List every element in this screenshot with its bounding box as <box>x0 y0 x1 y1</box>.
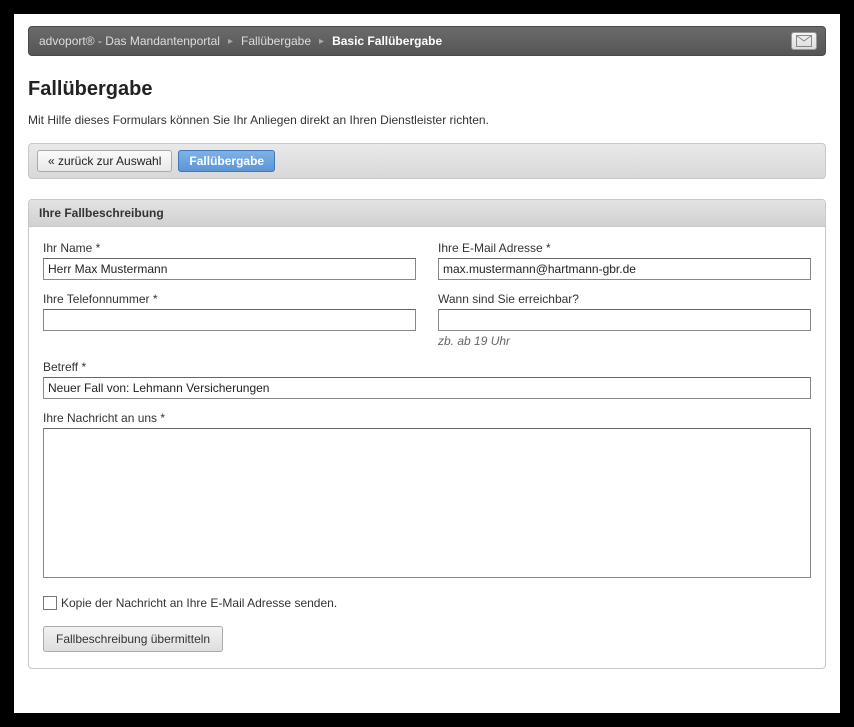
reach-input[interactable] <box>438 309 811 331</box>
form-panel-body: Ihr Name * Ihre E-Mail Adresse * Ihre Te… <box>29 227 825 668</box>
tab-bar: « zurück zur Auswahl Fallübergabe <box>28 143 826 179</box>
reach-hint: zb. ab 19 Uhr <box>438 334 811 348</box>
subject-label: Betreff * <box>43 360 811 374</box>
chevron-right-icon: ▸ <box>228 36 233 47</box>
message-textarea[interactable] <box>43 428 811 578</box>
breadcrumb: advoport® - Das Mandantenportal ▸ Fallüb… <box>39 34 442 48</box>
breadcrumb-item-falluebergabe[interactable]: Fallübergabe <box>241 34 311 48</box>
copy-checkbox-label: Kopie der Nachricht an Ihre E-Mail Adres… <box>61 596 337 610</box>
form-panel-header: Ihre Fallbeschreibung <box>29 200 825 227</box>
reach-label: Wann sind Sie erreichbar? <box>438 292 811 306</box>
breadcrumb-item-current: Basic Fallübergabe <box>332 34 442 48</box>
envelope-icon <box>796 35 812 47</box>
submit-button[interactable]: Fallbeschreibung übermitteln <box>43 626 223 652</box>
name-input[interactable] <box>43 258 416 280</box>
copy-checkbox-row[interactable]: Kopie der Nachricht an Ihre E-Mail Adres… <box>43 596 811 610</box>
page-container: advoport® - Das Mandantenportal ▸ Fallüb… <box>14 14 840 713</box>
phone-label: Ihre Telefonnummer * <box>43 292 416 306</box>
back-button[interactable]: « zurück zur Auswahl <box>37 150 172 172</box>
email-input[interactable] <box>438 258 811 280</box>
top-bar: advoport® - Das Mandantenportal ▸ Fallüb… <box>28 26 826 56</box>
email-label: Ihre E-Mail Adresse * <box>438 241 811 255</box>
page-title: Fallübergabe <box>28 78 826 101</box>
message-label: Ihre Nachricht an uns * <box>43 411 811 425</box>
subject-input[interactable] <box>43 377 811 399</box>
chevron-right-icon: ▸ <box>319 36 324 47</box>
form-panel: Ihre Fallbeschreibung Ihr Name * Ihre E-… <box>28 199 826 669</box>
phone-input[interactable] <box>43 309 416 331</box>
name-label: Ihr Name * <box>43 241 416 255</box>
mail-icon-button[interactable] <box>791 32 817 50</box>
copy-checkbox[interactable] <box>43 596 57 610</box>
page-description: Mit Hilfe dieses Formulars können Sie Ih… <box>28 113 826 127</box>
tab-falluebergabe[interactable]: Fallübergabe <box>178 150 275 172</box>
breadcrumb-item-portal[interactable]: advoport® - Das Mandantenportal <box>39 34 220 48</box>
